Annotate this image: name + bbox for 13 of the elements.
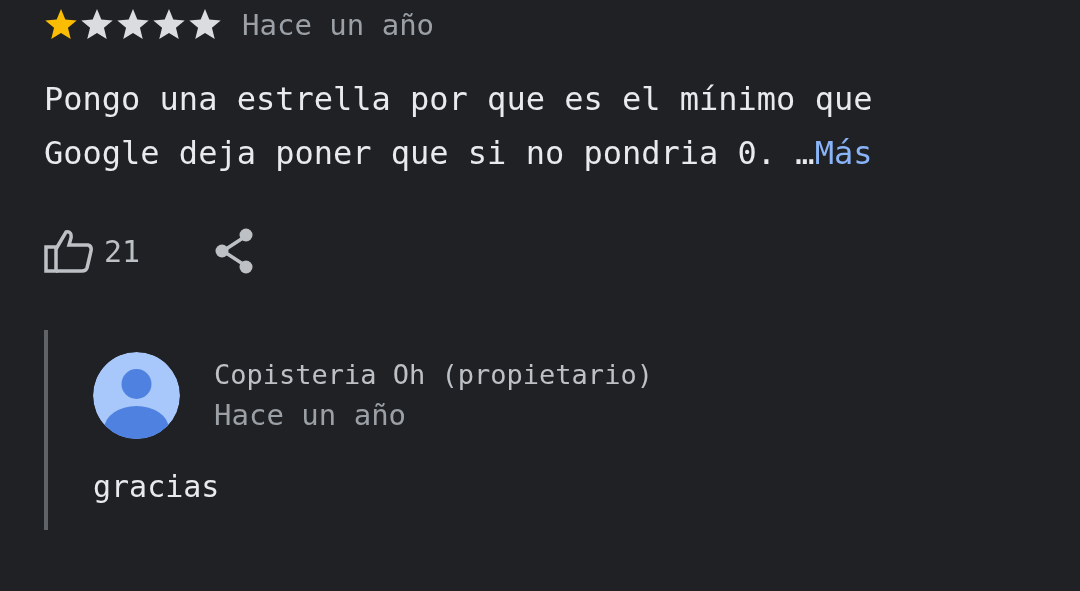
empty-star-icon <box>116 9 150 41</box>
like-button[interactable]: 21 <box>44 229 141 273</box>
review-text: Pongo una estrella por que es el mínimo que Google deja poner que si no pondria 0. …Más <box>44 79 874 174</box>
reply-text: gracias <box>93 469 221 504</box>
filled-star-icon <box>44 9 78 41</box>
empty-star-icon <box>80 9 114 41</box>
empty-star-icon <box>152 9 186 41</box>
empty-star-icon <box>188 9 222 41</box>
more-link[interactable]: Más <box>814 134 873 172</box>
review-time: Hace un año <box>242 8 435 42</box>
reply-time: Hace un año <box>214 398 408 432</box>
owner-name: Copisteria Oh (propietario) <box>214 359 653 390</box>
avatar-icon <box>93 352 180 439</box>
